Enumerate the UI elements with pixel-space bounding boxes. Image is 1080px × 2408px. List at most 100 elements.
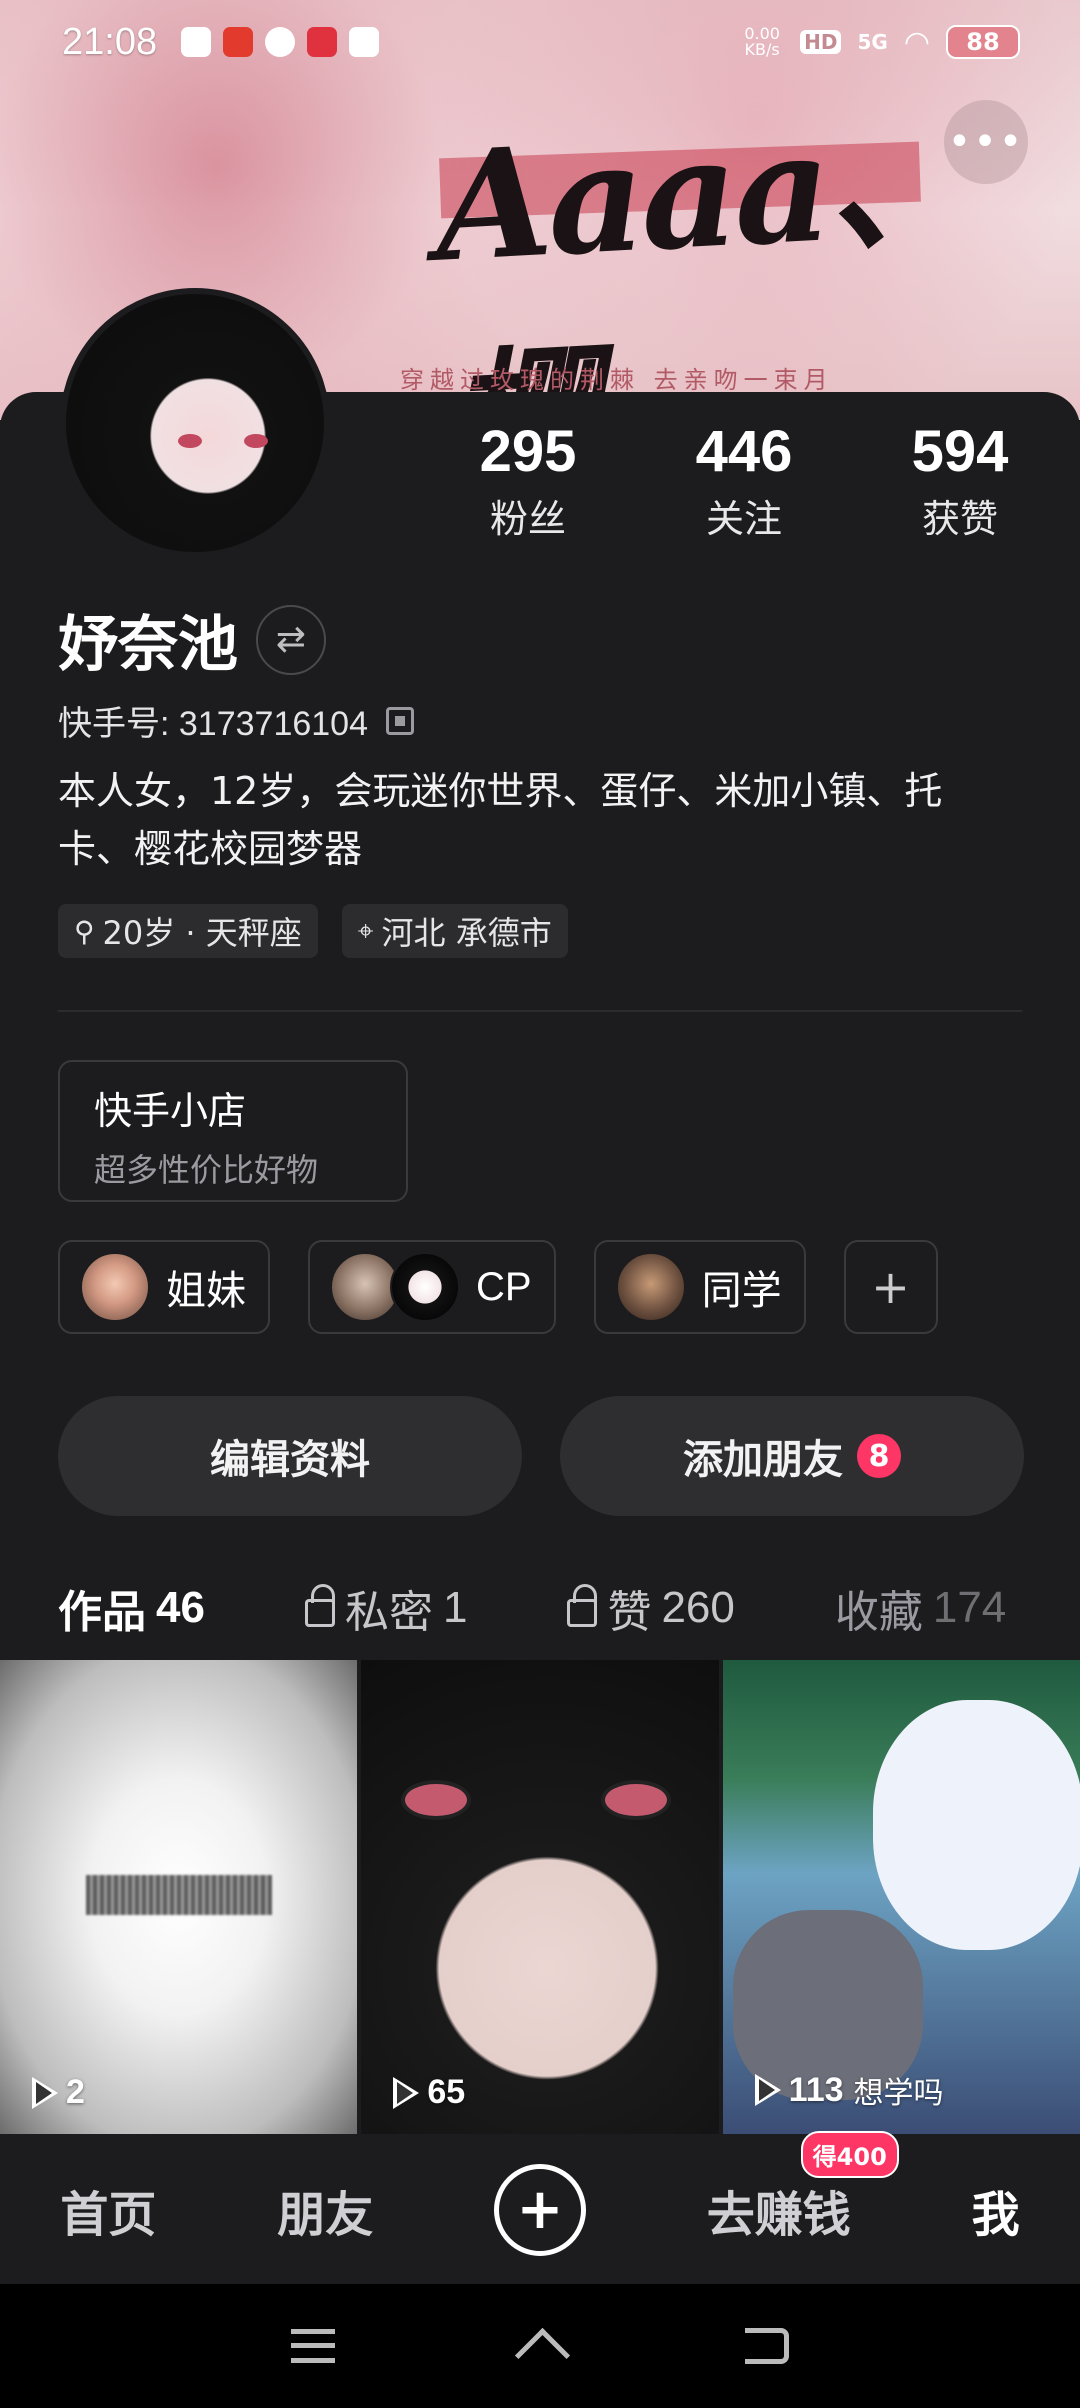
more-dots-icon: •••: [947, 119, 1025, 165]
thumbnail-eye: [601, 1780, 672, 1820]
app-notification-icon: [307, 27, 338, 57]
video-tile[interactable]: 65: [361, 1660, 719, 2134]
location-tag: ⌖ 河北 承德市: [341, 904, 568, 958]
app-notification-icon: [223, 27, 254, 57]
group-label: CP: [476, 1264, 532, 1309]
tab-label: 赞: [607, 1587, 652, 1638]
back-icon[interactable]: [745, 2328, 789, 2364]
stat-label: 粉丝: [489, 496, 566, 541]
lock-icon: [304, 1584, 335, 1627]
play-count-value: 113: [788, 2070, 844, 2109]
status-bar: 21:08 0.00 KB/s HD 5G ◠ 88: [0, 0, 1080, 84]
net-speed: 0.00 KB/s: [744, 24, 780, 59]
create-post-button[interactable]: +: [493, 2164, 586, 2256]
tab-works[interactable]: 作品 46: [58, 1576, 205, 1672]
switch-account-button[interactable]: ⇄: [256, 604, 326, 675]
play-count: 2: [32, 2073, 85, 2112]
add-group-button[interactable]: +: [843, 1240, 938, 1334]
content-tabs: 作品 46 私密 1 赞 260 收藏 174: [0, 1560, 1080, 1672]
stat-value: 594: [911, 419, 1009, 484]
tab-count: 1: [442, 1583, 468, 1632]
app-notification-icon: [181, 27, 212, 57]
add-friend-badge: 8: [857, 1434, 901, 1478]
thumbnail-sheep: [872, 1700, 1080, 1950]
divider: [58, 1010, 1022, 1012]
edit-profile-label: 编辑资料: [210, 1437, 370, 1483]
nav-home[interactable]: 首页: [60, 2175, 156, 2245]
add-friend-button[interactable]: 添加朋友 8: [560, 1396, 1024, 1516]
tab-liked[interactable]: 赞 260: [567, 1576, 735, 1640]
video-tile[interactable]: 2: [0, 1660, 358, 2134]
plus-icon: +: [871, 1260, 910, 1314]
app-notification-icon: [265, 27, 296, 57]
stat-followers[interactable]: 295 粉丝: [420, 420, 636, 543]
tab-count: 174: [932, 1583, 1007, 1632]
tab-private[interactable]: 私密 1: [304, 1576, 468, 1640]
play-count: 113 想学吗: [754, 2068, 944, 2112]
tag-text: 20岁 · 天秤座: [102, 914, 302, 952]
notification-icons: [181, 27, 380, 57]
plus-icon: +: [516, 2177, 564, 2242]
profile-stats: 295 粉丝 446 关注 594 获赞: [420, 420, 1068, 543]
edit-profile-button[interactable]: 编辑资料: [58, 1396, 522, 1516]
tag-text: 河北 承德市: [381, 914, 552, 952]
play-count-value: 65: [427, 2073, 466, 2111]
stat-value: 446: [695, 419, 793, 484]
profile-name: 妤奈池: [58, 610, 238, 680]
status-time: 21:08: [62, 20, 158, 63]
blurred-text: [86, 1875, 272, 1915]
stat-label: 关注: [705, 496, 782, 541]
friend-groups: 姐妹 CP 同学 +: [58, 1240, 938, 1334]
stat-label: 获赞: [921, 496, 998, 541]
shop-card[interactable]: 快手小店 超多性价比好物: [58, 1060, 408, 1202]
play-icon: [32, 2076, 58, 2109]
group-avatar: [615, 1252, 686, 1322]
menu-icon[interactable]: [291, 2329, 335, 2363]
age-zodiac-tag: ⚲ 20岁 · 天秤座: [58, 904, 318, 958]
profile-bio: 本人女，12岁，会玩迷你世界、蛋仔、米加小镇、托卡、樱花校园梦器: [58, 769, 943, 871]
video-caption: 想学吗: [853, 2077, 944, 2110]
video-tile[interactable]: 113 想学吗: [722, 1660, 1080, 2134]
avatar-eye: [178, 434, 202, 448]
more-options-button[interactable]: •••: [944, 100, 1028, 184]
earn-badge: 得400: [800, 2131, 899, 2178]
wifi-icon: ◠: [903, 24, 930, 60]
bottom-navigation: 首页 朋友 + 去赚钱 得400 我: [0, 2131, 1080, 2284]
nav-earn[interactable]: 去赚钱 得400: [706, 2131, 899, 2245]
avatar-eye: [244, 434, 268, 448]
stat-likes[interactable]: 594 获赞: [852, 420, 1068, 543]
net-type: 5G: [857, 30, 888, 54]
qr-code-icon[interactable]: [385, 706, 414, 735]
profile-actions: 编辑资料 添加朋友 8: [58, 1396, 1024, 1516]
group-label: 同学: [701, 1268, 782, 1314]
add-friend-label: 添加朋友: [683, 1437, 843, 1483]
play-icon: [393, 2076, 420, 2109]
system-navigation-bar: [0, 2284, 1080, 2408]
gender-age-icon: ⚲: [74, 914, 95, 948]
tab-label: 收藏: [834, 1587, 923, 1638]
group-avatar: [80, 1252, 150, 1322]
user-id-row[interactable]: 快手号: 3173716104: [58, 696, 414, 745]
tab-favorites[interactable]: 收藏 174: [835, 1576, 1006, 1640]
group-classmates[interactable]: 同学: [593, 1240, 806, 1334]
battery-icon: 88: [946, 25, 1020, 59]
location-icon: ⌖: [357, 914, 374, 947]
home-icon[interactable]: [517, 2326, 563, 2366]
stat-following[interactable]: 446 关注: [636, 420, 852, 543]
profile-tags: ⚲ 20岁 · 天秤座 ⌖ 河北 承德市: [58, 904, 568, 958]
group-sisters[interactable]: 姐妹: [58, 1240, 270, 1334]
video-grid: 2 65 113 想学吗: [0, 1660, 1080, 2134]
group-cp[interactable]: CP: [308, 1240, 556, 1334]
name-row: 妤奈池 ⇄: [58, 596, 326, 683]
app-notification-icon: [349, 27, 380, 57]
play-count: 65: [393, 2073, 465, 2112]
nav-friends[interactable]: 朋友: [277, 2175, 373, 2245]
tab-label: 作品: [58, 1587, 146, 1638]
nav-earn-label: 去赚钱: [706, 2187, 851, 2243]
avatar[interactable]: [60, 288, 330, 558]
banner-caption: 穿越过玫瑰的荆棘 去亲吻一束月: [400, 366, 834, 394]
shop-subtitle: 超多性价比好物: [94, 1151, 319, 1189]
status-indicators: 0.00 KB/s HD 5G ◠ 88: [740, 25, 1020, 60]
stat-value: 295: [479, 419, 577, 484]
nav-me[interactable]: 我: [972, 2175, 1020, 2245]
